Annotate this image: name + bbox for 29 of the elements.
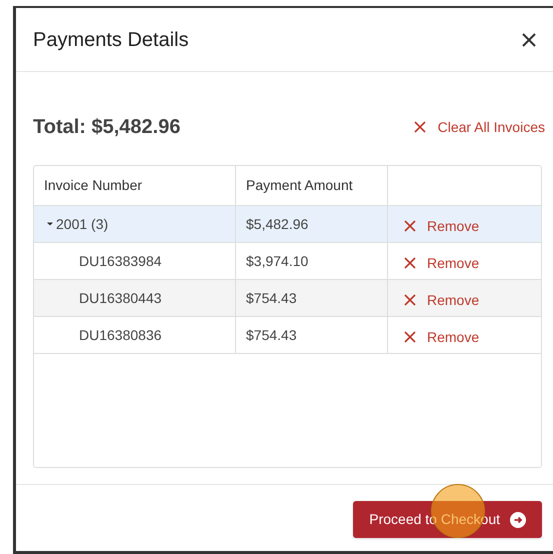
dialog-title: Payments Details [33,28,189,52]
invoice-number: 2001 (3) [56,214,108,234]
column-header: Payment Amount [246,176,353,195]
caret-down-icon[interactable] [47,221,53,227]
invoice-number: DU16383984 [79,252,162,270]
payment-amount: $5,482.96 [246,214,308,234]
table-row[interactable]: 2001 (3) $5,482.96 Remove [34,206,541,243]
remove-button[interactable]: Remove [404,290,480,310]
remove-button[interactable]: Remove [404,326,480,348]
payment-amount: $754.43 [246,326,297,344]
close-icon [404,257,416,269]
table-row[interactable]: DU16380836 $754.43 Remove [34,317,541,354]
payment-amount: $754.43 [246,288,297,308]
invoice-number: DU16380443 [79,288,162,308]
total-amount: Total: $5,482.96 [33,115,180,140]
table-row[interactable]: DU16383984 $3,974.10 Remove [34,243,541,280]
checkout-button[interactable]: Proceed to Checkout [353,501,542,538]
table-row[interactable]: DU16380443 $754.43 Remove [34,280,541,317]
arrow-right-icon [510,512,526,528]
column-header: Invoice Number [44,176,142,195]
close-icon [404,294,416,306]
close-icon [404,331,416,343]
remove-button[interactable]: Remove [404,216,480,236]
close-icon [404,220,416,232]
invoice-number: DU16380836 [79,326,162,344]
close-icon [414,121,426,133]
payment-amount: $3,974.10 [246,252,308,270]
clear-all-button[interactable]: Clear All Invoices [414,116,545,138]
remove-button[interactable]: Remove [404,252,480,274]
